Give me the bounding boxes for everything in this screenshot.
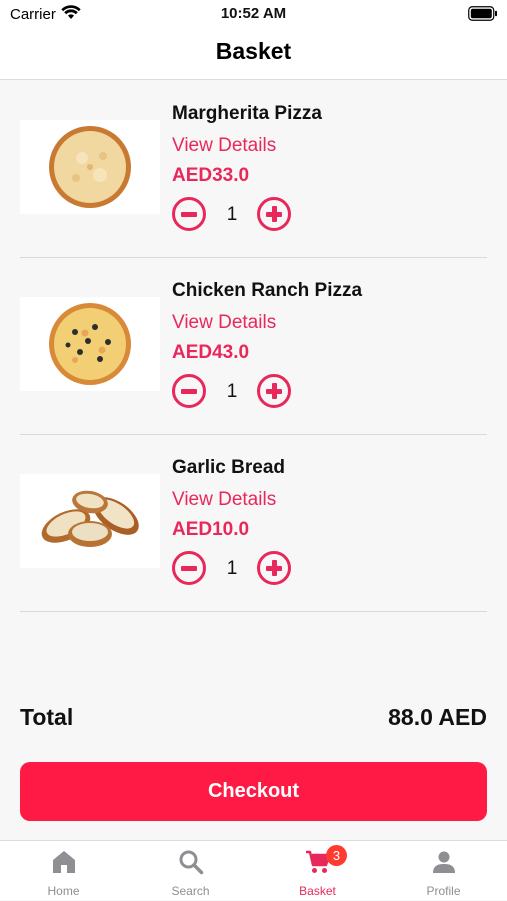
basket-item: Chicken Ranch Pizza View Details AED43.0… [20, 257, 487, 435]
quantity-value: 1 [226, 204, 238, 225]
cart-count-badge: 3 [326, 845, 347, 866]
checkout-button[interactable]: Checkout [20, 762, 487, 821]
tab-label: Profile [426, 884, 461, 898]
total-value: 88.0 AED [388, 704, 487, 730]
navigation-bar: Basket [0, 30, 507, 80]
tab-label: Search [171, 884, 210, 898]
view-details-link[interactable]: View Details [172, 135, 276, 157]
tab-home[interactable]: Home [0, 841, 127, 901]
item-price: AED43.0 [172, 342, 250, 363]
basket-item: Garlic Bread View Details AED10.0 1 [20, 434, 487, 612]
decrease-quantity-button[interactable] [172, 551, 206, 585]
battery-icon [468, 6, 498, 26]
tab-label: Home [47, 884, 80, 898]
search-icon [178, 849, 204, 875]
view-details-link[interactable]: View Details [172, 312, 276, 334]
tab-search[interactable]: Search [127, 841, 254, 901]
total-label: Total [20, 704, 74, 730]
item-price: AED33.0 [172, 165, 250, 186]
decrease-quantity-button[interactable] [172, 197, 206, 231]
increase-quantity-button[interactable] [257, 551, 291, 585]
tab-bar: Home Search 3 Basket Profile [0, 840, 507, 900]
basket-item: Margherita Pizza View Details AED33.0 1 [20, 80, 487, 258]
person-icon [431, 849, 457, 875]
quantity-value: 1 [226, 381, 238, 402]
item-price: AED10.0 [172, 519, 250, 540]
tab-basket[interactable]: 3 Basket [254, 841, 381, 901]
item-name: Chicken Ranch Pizza [172, 280, 363, 301]
page-title: Basket [215, 38, 292, 64]
chicken-ranch-pizza-image [20, 297, 160, 391]
margherita-pizza-image [20, 120, 160, 214]
increase-quantity-button[interactable] [257, 374, 291, 408]
item-name: Garlic Bread [172, 457, 285, 478]
increase-quantity-button[interactable] [257, 197, 291, 231]
tab-label: Basket [299, 884, 336, 898]
quantity-value: 1 [226, 558, 238, 579]
status-bar: Carrier 10:52 AM [0, 0, 507, 30]
view-details-link[interactable]: View Details [172, 489, 276, 511]
item-name: Margherita Pizza [172, 103, 322, 124]
tab-profile[interactable]: Profile [380, 841, 507, 901]
garlic-bread-image [20, 474, 160, 568]
decrease-quantity-button[interactable] [172, 374, 206, 408]
status-time: 10:52 AM [220, 5, 287, 22]
home-icon [51, 849, 77, 875]
